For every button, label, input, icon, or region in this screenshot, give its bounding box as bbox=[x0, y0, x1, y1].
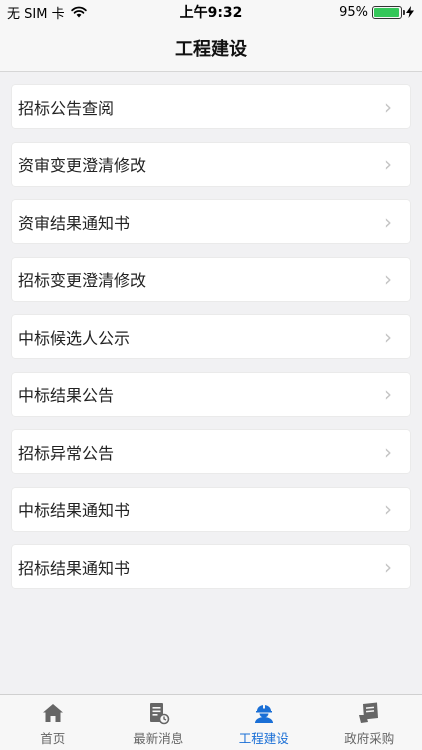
tab-worker[interactable]: 工程建设 bbox=[211, 695, 317, 750]
menu-item-label: 招标结果通知书 bbox=[18, 558, 131, 578]
status-right: 95% bbox=[339, 5, 414, 20]
menu-item-label: 招标异常公告 bbox=[18, 443, 115, 463]
menu-item-label: 招标变更澄清修改 bbox=[18, 271, 147, 290]
menu-item[interactable]: 中标结果公告 › bbox=[12, 372, 410, 416]
battery-percent: 95% bbox=[339, 4, 368, 20]
tab-label: 首页 bbox=[40, 731, 66, 746]
tab-bar: 首页 最新消息 工程建设 政府采购 bbox=[0, 694, 422, 750]
menu-item[interactable]: 中标结果通知书 › bbox=[12, 487, 410, 531]
menu-list: 招标公告查阅 › 资审变更澄清修改 › 资审结果通知书 › 招标变更澄清修改 › 中标候选人公示… bbox=[12, 85, 410, 603]
menu-item-label: 中标结果公告 bbox=[18, 386, 115, 405]
menu-item-label: 招标公告查阅 bbox=[18, 98, 115, 118]
menu-item[interactable]: 招标公告查阅 › bbox=[12, 85, 410, 128]
chevron-right-icon: › bbox=[384, 439, 392, 464]
chevron-right-icon: › bbox=[384, 497, 392, 521]
chevron-right-icon: › bbox=[384, 209, 392, 234]
nav-bar: 工程建设 bbox=[0, 24, 422, 72]
tab-purchase[interactable]: 政府采购 bbox=[317, 695, 422, 750]
chevron-right-icon: › bbox=[384, 382, 392, 406]
tab-home[interactable]: 首页 bbox=[0, 695, 106, 750]
purchase-icon bbox=[357, 701, 381, 725]
battery-icon bbox=[372, 5, 405, 19]
home-icon bbox=[41, 701, 65, 725]
tab-label: 最新消息 bbox=[133, 731, 184, 746]
tab-label: 工程建设 bbox=[238, 731, 289, 746]
tab-label: 政府采购 bbox=[344, 731, 395, 746]
charging-icon bbox=[406, 6, 414, 18]
menu-item[interactable]: 招标变更澄清修改 › bbox=[12, 257, 410, 301]
menu-item-label: 资审变更澄清修改 bbox=[18, 156, 147, 175]
battery-fill bbox=[374, 7, 399, 17]
menu-item-label: 资审结果通知书 bbox=[18, 213, 131, 233]
carrier-label: 无 SIM 卡 bbox=[7, 6, 65, 22]
chevron-right-icon: › bbox=[384, 94, 392, 119]
chevron-right-icon: › bbox=[384, 324, 392, 349]
tab-document[interactable]: 最新消息 bbox=[106, 695, 212, 750]
menu-item[interactable]: 中标候选人公示 › bbox=[12, 315, 410, 358]
wifi-icon bbox=[70, 6, 87, 18]
worker-icon bbox=[252, 701, 276, 725]
chevron-right-icon: › bbox=[384, 152, 392, 176]
menu-item-label: 中标候选人公示 bbox=[18, 328, 131, 348]
menu-item[interactable]: 招标异常公告 › bbox=[12, 430, 410, 473]
status-left: 无 SIM 卡 bbox=[7, 3, 87, 22]
chevron-right-icon: › bbox=[384, 267, 392, 291]
chevron-right-icon: › bbox=[384, 554, 392, 579]
menu-item[interactable]: 资审结果通知书 › bbox=[12, 200, 410, 243]
menu-item[interactable]: 资审变更澄清修改 › bbox=[12, 142, 410, 186]
status-bar: 无 SIM 卡 上午9:32 95% bbox=[0, 0, 422, 24]
page-title: 工程建设 bbox=[175, 38, 247, 60]
menu-item[interactable]: 招标结果通知书 › bbox=[12, 545, 410, 588]
menu-item-label: 中标结果通知书 bbox=[18, 501, 131, 520]
document-icon bbox=[146, 701, 170, 725]
